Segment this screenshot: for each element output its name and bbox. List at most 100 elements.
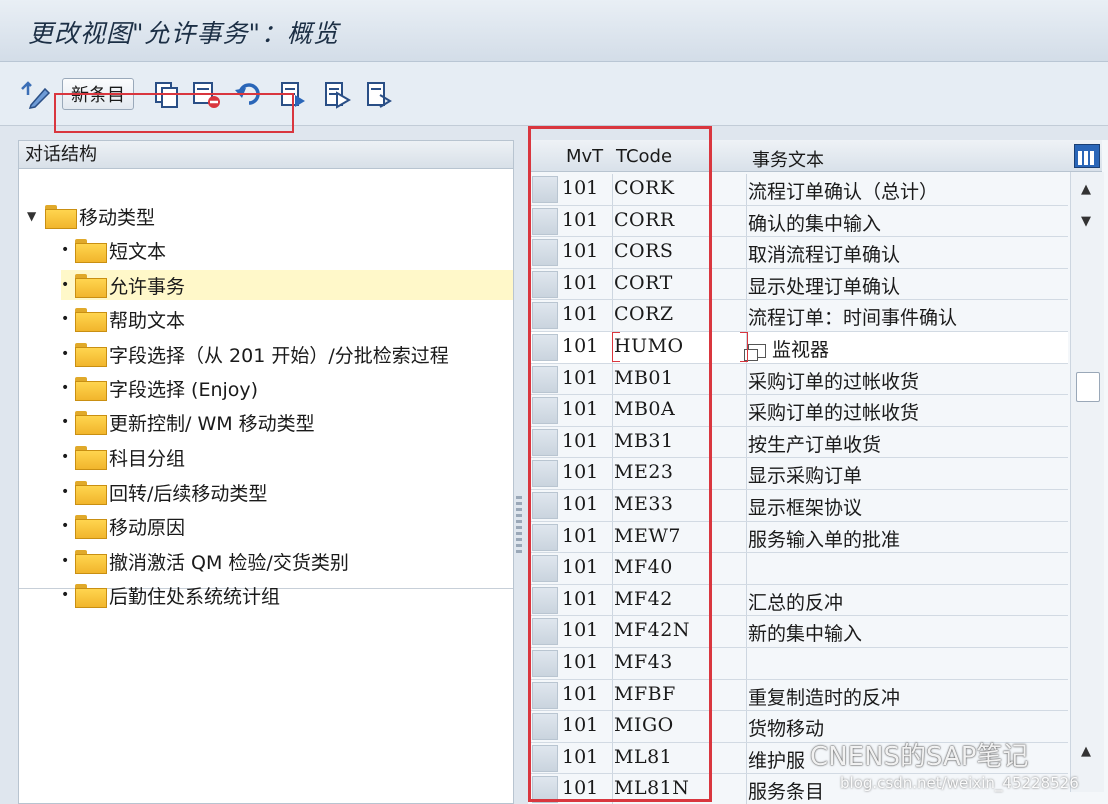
cell-text[interactable]: 流程订单确认（总计） (748, 177, 938, 204)
tree-node-item[interactable]: • 科目分组 (61, 442, 185, 472)
tree-header: 对话结构 (19, 141, 513, 169)
tree-node-label: 允许事务 (109, 275, 186, 298)
cell-text-value: 流程订单确认（总计） (748, 181, 939, 203)
cell-text[interactable]: 监视器 (744, 335, 830, 362)
cell-text-value: 采购订单的过帐收货 (748, 402, 920, 425)
bullet-icon: • (61, 449, 70, 465)
folder-icon (75, 584, 107, 608)
tree-node-item[interactable]: • 后勤住处系统统计组 (61, 580, 280, 610)
tree-node-item[interactable]: • 短文本 (61, 235, 166, 265)
cell-text[interactable]: 显示处理订单确认 (748, 272, 900, 299)
cell-text[interactable]: 服务输入单的批准 (748, 525, 900, 552)
select-block-icon[interactable] (320, 80, 354, 110)
cell-text[interactable]: 采购订单的过帐收货 (748, 398, 919, 425)
tree-node-item[interactable]: • 字段选择 (Enjoy) (61, 373, 258, 403)
scroll-up-icon[interactable]: ▲ (1081, 182, 1091, 197)
expand-arrow-icon[interactable]: ▼ (27, 209, 45, 223)
highlight-box (54, 93, 294, 133)
cell-text[interactable]: 取消流程订单确认 (748, 240, 900, 267)
cell-text[interactable]: 服务条目 (748, 777, 824, 804)
cell-text[interactable]: 采购订单的过帐收货 (748, 367, 919, 394)
tree-node-label: 后勤住处系统统计组 (109, 585, 281, 608)
bullet-icon: • (61, 277, 70, 293)
folder-icon (75, 377, 107, 401)
tree-node-label: 字段选择（从 201 开始）/分批检索过程 (109, 344, 449, 367)
cell-text-value: 维护服 (748, 749, 806, 772)
bullet-icon: • (61, 518, 70, 534)
bullet-icon: • (61, 346, 70, 362)
table-settings-icon[interactable] (1074, 144, 1100, 168)
folder-icon (75, 343, 107, 367)
tree-node-label: 帮助文本 (109, 309, 186, 332)
watermark: CNENS的SAP笔记 (810, 742, 1029, 772)
deselect-all-icon[interactable] (362, 80, 396, 110)
scroll-up-icon[interactable]: ▲ (1081, 744, 1091, 759)
column-header-text[interactable]: 事务文本 (752, 146, 824, 172)
cell-text-value: 服务输入单的批准 (748, 528, 901, 551)
cell-text-value: 按生产订单收货 (748, 433, 882, 456)
bullet-icon: • (61, 484, 70, 500)
cell-text[interactable]: 重复制造时的反冲 (748, 683, 900, 710)
cell-text[interactable]: 确认的集中输入 (748, 209, 881, 236)
tree-node-root[interactable]: ▼ 移动类型 (27, 201, 155, 231)
tree-node-label: 字段选择 (Enjoy) (109, 378, 259, 401)
tree-node-item[interactable]: • 帮助文本 (61, 304, 185, 334)
cell-text-value: 流程订单：时间事件确认 (748, 307, 958, 330)
cell-text[interactable]: 新的集中输入 (748, 619, 862, 646)
tree-node-item[interactable]: • 移动原因 (61, 511, 185, 541)
input-focus-bracket (740, 332, 748, 362)
cell-text-value: 显示处理订单确认 (748, 275, 901, 298)
window-icon (744, 344, 766, 361)
cell-text-value: 确认的集中输入 (748, 212, 882, 235)
folder-icon (75, 308, 107, 332)
cell-text[interactable]: 流程订单：时间事件确认 (748, 303, 957, 330)
bullet-icon: • (61, 311, 70, 327)
cell-text[interactable]: 汇总的反冲 (748, 588, 843, 615)
tcode-highlight-box (528, 126, 712, 802)
tree-node-label: 回转/后续移动类型 (109, 482, 268, 505)
folder-icon (75, 411, 107, 435)
folder-icon (75, 481, 107, 505)
bullet-icon: • (61, 587, 70, 603)
cell-text-value: 重复制造时的反冲 (748, 686, 901, 709)
window-title: 更改视图"允许事务"：概览 (28, 19, 339, 48)
scroll-thumb[interactable] (1076, 372, 1100, 402)
cell-text-value: 服务条目 (748, 781, 825, 804)
tree-node-item[interactable]: • 回转/后续移动类型 (61, 477, 267, 507)
tree-node-item[interactable]: • 更新控制/ WM 移动类型 (61, 407, 315, 437)
bullet-icon: • (61, 380, 70, 396)
tree-node-label: 科目分组 (109, 447, 186, 470)
scroll-down-icon[interactable]: ▼ (1081, 214, 1091, 229)
tree-node-label: 撤消激活 QM 检验/交货类别 (109, 551, 349, 574)
cell-text-value: 监视器 (772, 339, 830, 361)
bullet-icon: • (61, 553, 70, 569)
cell-text-value: 显示框架协议 (748, 497, 863, 519)
cell-text[interactable]: 显示采购订单 (748, 461, 862, 488)
folder-icon (75, 239, 107, 263)
panel-splitter[interactable] (516, 496, 522, 556)
cell-text[interactable]: 按生产订单收货 (748, 430, 881, 457)
cell-text-value: 采购订单的过帐收货 (748, 370, 920, 393)
tree-node-label: 移动类型 (79, 206, 156, 229)
cell-text[interactable]: 显示框架协议 (748, 493, 862, 520)
folder-icon (45, 205, 77, 229)
cell-text-value: 取消流程订单确认 (748, 244, 901, 267)
folder-icon (75, 446, 107, 470)
tree-node-item[interactable]: • 撤消激活 QM 检验/交货类别 (61, 546, 349, 576)
cell-text-value: 显示采购订单 (748, 465, 863, 488)
title-bar: 更改视图"允许事务"：概览 (0, 0, 1108, 62)
tree-node-item[interactable]: • 字段选择（从 201 开始）/分批检索过程 (61, 339, 449, 369)
folder-icon (75, 515, 107, 539)
cell-text-value: 汇总的反冲 (748, 591, 844, 614)
tree-node-item-selected[interactable]: • 允许事务 (61, 270, 513, 300)
vertical-scrollbar[interactable]: ▲ ▼ ▲ (1070, 172, 1104, 792)
folder-icon (75, 550, 107, 574)
dialog-structure-panel: 对话结构 ▼ 移动类型 • 短文本 • 允许事务 • 帮助文本 • 字段选择（从… (18, 140, 514, 804)
tree-node-label: 短文本 (109, 240, 167, 263)
bullet-icon: • (61, 414, 70, 430)
display-change-icon[interactable] (18, 80, 52, 110)
cell-text[interactable]: 维护服 (748, 746, 805, 773)
tree-node-label: 移动原因 (109, 516, 186, 539)
watermark-url: blog.csdn.net/weixin_45228526 (840, 774, 1079, 792)
cell-text-value: 新的集中输入 (748, 623, 863, 646)
